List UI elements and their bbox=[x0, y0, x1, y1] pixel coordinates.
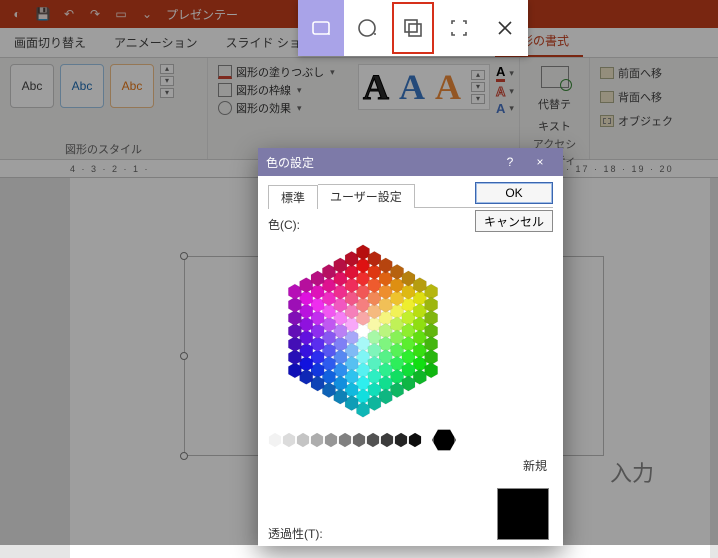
selection-pane-icon bbox=[600, 115, 614, 127]
bucket-icon bbox=[218, 65, 232, 79]
bring-forward-button[interactable]: 前面へ移 bbox=[600, 64, 662, 82]
resize-handle[interactable] bbox=[180, 252, 188, 260]
capture-freeform-button[interactable] bbox=[344, 0, 390, 56]
dialog-titlebar[interactable]: 色の設定 ? × bbox=[258, 148, 563, 176]
autosave-icon: ◐ bbox=[10, 7, 24, 21]
wordart-preset-2[interactable]: A bbox=[399, 69, 425, 105]
document-title: プレゼンテー bbox=[166, 6, 238, 23]
color-hex-picker[interactable] bbox=[268, 241, 458, 421]
shade-row[interactable] bbox=[268, 427, 468, 453]
tab-custom[interactable]: ユーザー設定 bbox=[318, 184, 415, 208]
shape-effects-button[interactable]: 図形の効果▾ bbox=[218, 100, 335, 116]
group-arrange: 前面へ移 背面へ移 オブジェク bbox=[590, 58, 683, 159]
dialog-title: 色の設定 bbox=[266, 154, 314, 171]
color-dialog: 色の設定 ? × 標準 ユーザー設定 OK キャンセル 色(C): 新規 透過性… bbox=[258, 148, 563, 546]
shape-style-preset-2[interactable]: Abc bbox=[60, 64, 104, 108]
capture-fullscreen-button[interactable] bbox=[436, 0, 482, 56]
new-color-swatch bbox=[497, 488, 549, 540]
group-wordart-styles: A A A ▴▾▾ A▾ A▾ A▾ bbox=[348, 58, 520, 159]
selection-pane-button[interactable]: オブジェク bbox=[600, 112, 673, 130]
wordart-preset-1[interactable]: A bbox=[363, 69, 389, 105]
bring-forward-icon bbox=[600, 67, 614, 79]
new-color-label: 新規 bbox=[523, 457, 547, 474]
tab-animation[interactable]: アニメーション bbox=[100, 28, 212, 57]
chevron-down-icon: ▾ bbox=[297, 103, 302, 114]
ribbon: Abc Abc Abc ▴▾▾ 図形のスタイル 図形の塗りつぶし▾ 図形の枠線▾… bbox=[0, 58, 718, 160]
save-icon[interactable]: 💾 bbox=[36, 7, 50, 21]
text-effects-button[interactable]: A▾ bbox=[496, 101, 514, 116]
dialog-close-button[interactable]: × bbox=[525, 155, 555, 169]
selected-shade-hex[interactable] bbox=[432, 428, 456, 452]
cancel-button[interactable]: キャンセル bbox=[475, 210, 553, 232]
shape-style-gallery-spinner[interactable]: ▴▾▾ bbox=[160, 64, 174, 98]
wordart-gallery-spinner[interactable]: ▴▾▾ bbox=[471, 70, 485, 104]
capture-toolbar bbox=[298, 0, 528, 56]
resize-handle[interactable] bbox=[180, 352, 188, 360]
group-label-shape-styles: 図形のスタイル bbox=[10, 139, 197, 157]
undo-icon[interactable]: ↶ bbox=[62, 7, 76, 21]
ok-button[interactable]: OK bbox=[475, 182, 553, 204]
alt-text-icon[interactable] bbox=[541, 66, 569, 88]
capture-close-button[interactable] bbox=[482, 0, 528, 56]
tab-transition[interactable]: 画面切り替え bbox=[0, 28, 100, 57]
capture-window-button[interactable] bbox=[390, 0, 436, 56]
tab-standard[interactable]: 標準 bbox=[268, 185, 318, 209]
shape-style-preset-3[interactable]: Abc bbox=[110, 64, 154, 108]
send-backward-button[interactable]: 背面へ移 bbox=[600, 88, 662, 106]
group-shape-format: 図形の塗りつぶし▾ 図形の枠線▾ 図形の効果▾ bbox=[208, 58, 348, 159]
resize-handle[interactable] bbox=[180, 452, 188, 460]
text-fill-button[interactable]: A▾ bbox=[496, 64, 514, 82]
wordart-gallery[interactable]: A A A ▴▾▾ bbox=[358, 64, 490, 110]
shape-fill-button[interactable]: 図形の塗りつぶし▾ bbox=[218, 64, 335, 80]
group-shape-styles: Abc Abc Abc ▴▾▾ 図形のスタイル bbox=[0, 58, 208, 159]
text-outline-button[interactable]: A▾ bbox=[496, 84, 514, 99]
touch-icon[interactable]: ▭ bbox=[114, 7, 128, 21]
redo-icon[interactable]: ↷ bbox=[88, 7, 102, 21]
dialog-help-button[interactable]: ? bbox=[495, 155, 525, 169]
group-accessibility: 代替テ キスト アクセシビリティ bbox=[520, 58, 590, 159]
capture-rect-button[interactable] bbox=[298, 0, 344, 56]
effects-icon bbox=[218, 101, 232, 115]
outline-icon bbox=[218, 83, 232, 97]
transparency-label: 透過性(T): bbox=[268, 525, 323, 542]
chevron-down-icon: ▾ bbox=[330, 67, 335, 78]
send-backward-icon bbox=[600, 91, 614, 103]
wordart-preset-3[interactable]: A bbox=[435, 69, 461, 105]
shape-style-preset-1[interactable]: Abc bbox=[10, 64, 54, 108]
more-icon[interactable]: ⌄ bbox=[140, 7, 154, 21]
alt-text-line1: 代替テ bbox=[538, 96, 571, 112]
placeholder-text[interactable]: 入力 bbox=[610, 456, 654, 488]
shape-outline-button[interactable]: 図形の枠線▾ bbox=[218, 82, 335, 98]
chevron-down-icon: ▾ bbox=[297, 85, 302, 96]
alt-text-line2: キスト bbox=[538, 118, 571, 134]
